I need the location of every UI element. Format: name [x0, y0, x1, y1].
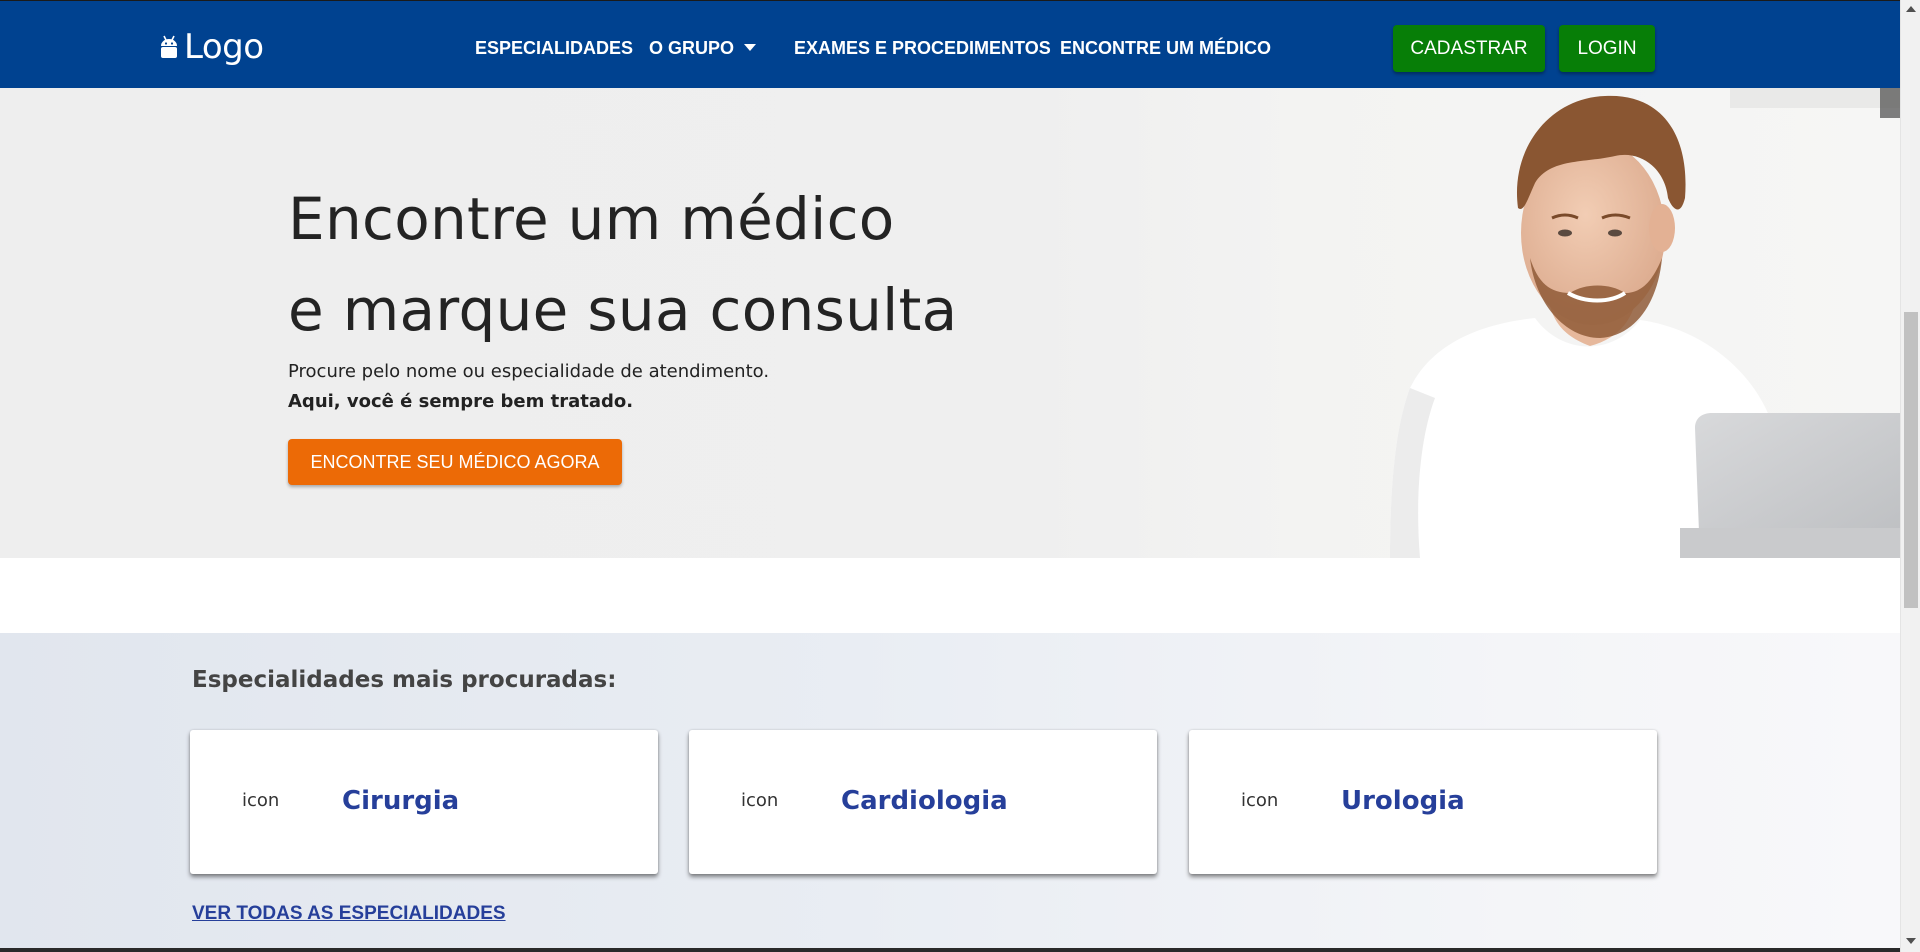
android-robot-icon [161, 35, 177, 58]
top-navbar: Logo ESPECIALIDADES O GRUPO EXAMES E PRO… [0, 0, 1900, 88]
scrollbar-thumb[interactable] [1904, 312, 1918, 608]
specialty-name: Cirurgia [342, 786, 460, 816]
specialty-card-cirurgia[interactable]: icon Cirurgia [190, 730, 658, 874]
specialty-icon-placeholder: icon [242, 790, 280, 811]
scroll-up-arrow-icon[interactable] [1906, 6, 1916, 12]
specialty-icon-placeholder: icon [1241, 790, 1279, 811]
caret-down-icon [744, 43, 757, 51]
nav-o-grupo[interactable]: O GRUPO [649, 37, 757, 59]
nav-encontre-um-medico[interactable]: ENCONTRE UM MÉDICO [1060, 37, 1271, 59]
scroll-down-arrow-icon[interactable] [1906, 938, 1916, 944]
bottom-edge [0, 948, 1900, 952]
find-doctor-cta-button[interactable]: ENCONTRE SEU MÉDICO AGORA [288, 439, 622, 485]
specialty-icon-placeholder: icon [741, 790, 779, 811]
hero-tagline: Aqui, você é sempre bem tratado. [288, 391, 634, 412]
logo-text: Logo [184, 27, 264, 67]
hero-doctor-photo [1040, 88, 1900, 558]
vertical-scrollbar[interactable] [1900, 0, 1920, 952]
specialties-section: Especialidades mais procuradas: icon Cir… [0, 633, 1900, 952]
specialty-card-cardiologia[interactable]: icon Cardiologia [689, 730, 1157, 874]
nav-exames-procedimentos[interactable]: EXAMES E PROCEDIMENTOS [794, 37, 1051, 59]
page: Logo ESPECIALIDADES O GRUPO EXAMES E PRO… [0, 0, 1920, 952]
hero-section: Encontre um médico e marque sua consulta… [0, 88, 1900, 558]
logo-link[interactable]: Logo [158, 27, 264, 67]
view-all-specialties-link[interactable]: VER TODAS AS ESPECIALIDADES [192, 903, 506, 925]
specialty-name: Urologia [1341, 786, 1465, 816]
hero-title: Encontre um médico e marque sua consulta [288, 174, 957, 356]
specialties-heading: Especialidades mais procuradas: [192, 667, 617, 693]
specialty-card-urologia[interactable]: icon Urologia [1189, 730, 1657, 874]
hero-subtitle: Procure pelo nome ou especialidade de at… [288, 361, 770, 382]
nav-o-grupo-label: O GRUPO [649, 38, 735, 58]
specialty-name: Cardiologia [841, 786, 1008, 816]
nav-especialidades[interactable]: ESPECIALIDADES [475, 37, 633, 59]
hero-title-line-2: e marque sua consulta [288, 276, 958, 344]
hero-title-line-1: Encontre um médico [288, 185, 895, 253]
login-button[interactable]: LOGIN [1559, 25, 1655, 72]
signup-button[interactable]: CADASTRAR [1393, 25, 1545, 72]
